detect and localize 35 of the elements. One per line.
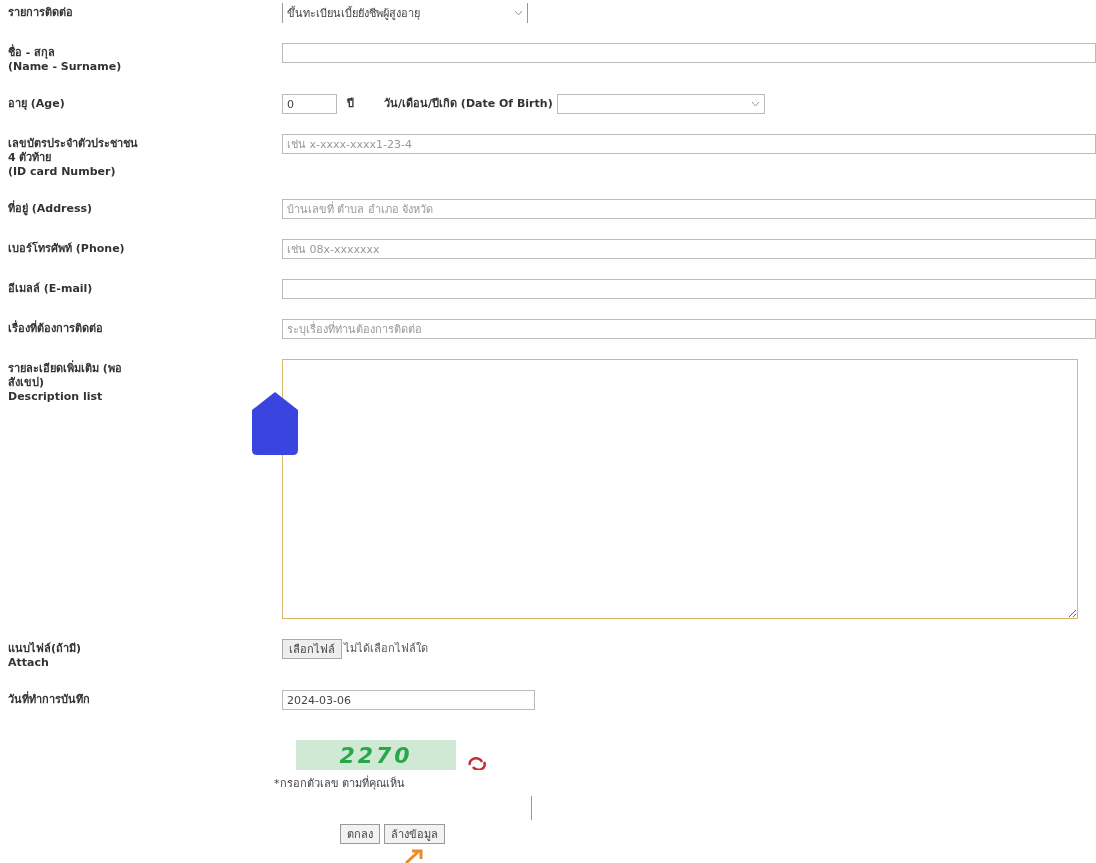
field-label: เบอร์โทรศัพท์ (Phone) <box>8 240 125 256</box>
caret-icon <box>514 10 523 16</box>
captcha-image: 2270 <box>296 740 456 770</box>
age-field[interactable]: 0 <box>282 94 337 114</box>
input-field[interactable]: ระบุเรื่องที่ท่านต้องการติดต่อ <box>282 319 1096 339</box>
arrow-icon <box>404 848 426 863</box>
field-label: วันที่ทำการบันทึก <box>8 690 90 707</box>
refresh-icon[interactable] <box>468 756 486 770</box>
choose-file-button[interactable]: เลือกไฟล์ <box>282 639 342 659</box>
unit-label: ปี <box>347 96 354 112</box>
field-label: รายการติดต่อ <box>8 5 73 20</box>
input-field[interactable] <box>282 43 1096 63</box>
clear-button[interactable]: ล้างข้อมูล <box>384 824 445 844</box>
date-field[interactable]: 2024-03-06 <box>282 690 535 710</box>
field-label: แนบไฟล์(ถ้ามี) Attach <box>8 641 82 670</box>
field-label: ชื่อ - สกุล (Name - Surname) <box>8 43 122 74</box>
field-label: อายุ (Age) <box>8 96 65 111</box>
dob-label: วัน/เดือน/ปีเกิด (Date Of Birth) <box>384 96 553 112</box>
dob-select[interactable] <box>556 94 765 114</box>
caret-icon <box>750 101 760 107</box>
input-field[interactable] <box>282 279 1096 299</box>
contact-type-select[interactable]: ขึ้นทะเบียนเบี้ยยังชีพผู้สูงอายุ <box>282 3 528 23</box>
file-status: ไม่ได้เลือกไฟล์ใด <box>344 641 428 657</box>
field-label: เลขบัตรประจำตัวประชาชน 4 ตัวท้าย (ID card Number) <box>8 136 138 179</box>
field-label: ที่อยู่ (Address) <box>8 199 93 216</box>
field-label: เรื่องที่ต้องการติดต่อ <box>8 319 103 336</box>
description-field[interactable] <box>282 359 1078 619</box>
field-label: อีเมลล์ (E-mail) <box>8 281 93 296</box>
pin-marker-icon <box>252 392 298 455</box>
input-field[interactable]: บ้านเลขที่ ตำบล อำเภอ จังหวัด <box>282 199 1096 219</box>
input-field[interactable]: เช่น x-xxxx-xxxx1-23-4 <box>282 134 1096 154</box>
field-label: รายละเอียดเพิ่มเติม (พอ สังเขป) Description list <box>8 359 122 404</box>
input-field[interactable]: เช่น 08x-xxxxxxx <box>282 239 1096 259</box>
captcha-hint: *กรอกตัวเลข ตามที่คุณเห็น <box>274 774 406 792</box>
submit-button[interactable]: ตกลง <box>340 824 380 844</box>
